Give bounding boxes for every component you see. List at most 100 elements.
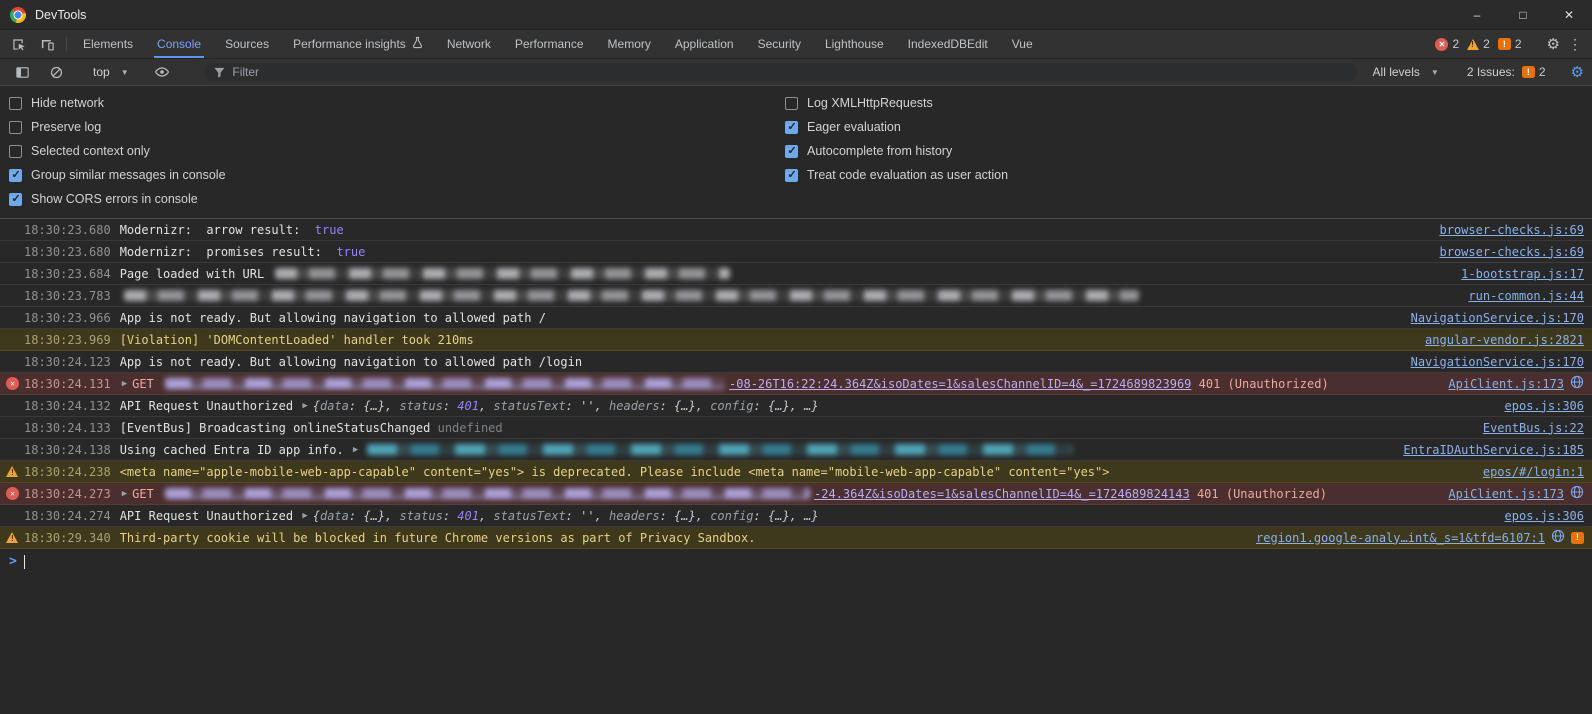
message-timestamp: 18:30:24.133 bbox=[24, 420, 111, 435]
source-link[interactable]: NavigationService.js:170 bbox=[1411, 311, 1584, 325]
settings-gear-icon[interactable]: ⚙ bbox=[1547, 37, 1560, 52]
source-link[interactable]: ApiClient.js:173 bbox=[1448, 487, 1564, 501]
warning-count-badge[interactable]: 2 bbox=[1467, 37, 1490, 51]
source-link[interactable]: NavigationService.js:170 bbox=[1411, 355, 1584, 369]
checkbox[interactable] bbox=[785, 96, 798, 110]
checkbox[interactable] bbox=[785, 120, 798, 134]
console-setting-eager-evaluation[interactable]: Eager evaluation bbox=[785, 115, 1008, 139]
request-url-link[interactable]: -08-26T16:22:24.364Z&isoDates=1&salesCha… bbox=[729, 377, 1191, 391]
console-settings-gear-icon[interactable]: ⚙ bbox=[1571, 65, 1584, 80]
more-options-icon[interactable]: ⋮ bbox=[1568, 36, 1582, 53]
checkbox[interactable] bbox=[785, 168, 798, 182]
message-link-cell: angular-vendor.js:2821 bbox=[1413, 333, 1584, 347]
toggle-device-toolbar-button[interactable] bbox=[33, 30, 62, 58]
console-setting-log-xmlhttprequests[interactable]: Log XMLHttpRequests bbox=[785, 91, 1008, 115]
console-setting-selected-context-only[interactable]: Selected context only bbox=[9, 139, 785, 163]
tab-memory[interactable]: Memory bbox=[596, 30, 663, 58]
checkbox[interactable] bbox=[9, 96, 22, 110]
inspect-cursor-icon bbox=[13, 38, 25, 50]
issue-icon[interactable]: ! bbox=[1571, 531, 1584, 544]
context-selector[interactable]: top ▼ bbox=[90, 65, 129, 79]
expand-caret-icon[interactable]: ▶ bbox=[122, 379, 127, 389]
message-timestamp: 18:30:29.340 bbox=[24, 530, 111, 545]
source-link[interactable]: run-common.js:44 bbox=[1468, 289, 1584, 303]
checkbox[interactable] bbox=[9, 168, 22, 182]
close-button[interactable]: ✕ bbox=[1546, 0, 1592, 29]
console-setting-autocomplete-from-history[interactable]: Autocomplete from history bbox=[785, 139, 1008, 163]
source-link[interactable]: epos.js:306 bbox=[1505, 399, 1584, 413]
source-link[interactable]: region1.google-analy…int&_s=1&tfd=6107:1 bbox=[1256, 531, 1545, 545]
source-link[interactable]: epos/#/login:1 bbox=[1483, 465, 1584, 479]
tab-application[interactable]: Application bbox=[663, 30, 746, 58]
tab-security[interactable]: Security bbox=[746, 30, 813, 58]
tab-performance[interactable]: Performance bbox=[503, 30, 596, 58]
tab-label: Application bbox=[674, 37, 734, 51]
console-setting-group-similar-messages-in-console[interactable]: Group similar messages in console bbox=[9, 163, 785, 187]
source-link[interactable]: EventBus.js:22 bbox=[1483, 421, 1584, 435]
message-text: Third-party cookie will be blocked in fu… bbox=[120, 531, 756, 545]
tab-network[interactable]: Network bbox=[435, 30, 503, 58]
message-timestamp: 18:30:23.680 bbox=[24, 222, 111, 237]
source-link[interactable]: 1-bootstrap.js:17 bbox=[1461, 267, 1584, 281]
settings-left-column: Hide network Preserve log Selected context… bbox=[0, 91, 785, 211]
message-fragment: : {…}, bbox=[348, 508, 400, 523]
source-link[interactable]: browser-checks.js:69 bbox=[1440, 223, 1585, 237]
console-setting-show-cors-errors-in-console[interactable]: Show CORS errors in console bbox=[9, 187, 785, 211]
expand-caret-icon[interactable]: ▶ bbox=[302, 511, 307, 521]
message-fragment: : '', bbox=[565, 398, 610, 413]
inspect-element-button[interactable] bbox=[4, 30, 33, 58]
source-link[interactable]: angular-vendor.js:2821 bbox=[1425, 333, 1584, 347]
tab-console[interactable]: Console bbox=[145, 30, 213, 58]
globe-icon[interactable] bbox=[1570, 485, 1584, 502]
live-expression-button[interactable] bbox=[148, 64, 177, 80]
issue-count: 2 bbox=[1514, 37, 1522, 51]
maximize-button[interactable]: □ bbox=[1500, 0, 1546, 29]
filter-field[interactable] bbox=[203, 63, 1357, 81]
console-message-row: 18:30:23.680 Modernizr: promises result: … bbox=[0, 241, 1592, 263]
tab-indexeddbedit[interactable]: IndexedDBEdit bbox=[896, 30, 1000, 58]
source-link[interactable]: browser-checks.js:69 bbox=[1440, 245, 1585, 259]
clear-console-button[interactable] bbox=[42, 65, 71, 80]
console-setting-hide-network[interactable]: Hide network bbox=[9, 91, 785, 115]
tab-elements[interactable]: Elements bbox=[71, 30, 145, 58]
message-fragment: : {…}, …} bbox=[753, 398, 819, 413]
tab-sources[interactable]: Sources bbox=[213, 30, 281, 58]
message-fragment: Modernizr: promises result: bbox=[119, 244, 337, 259]
request-url-link[interactable]: -24.364Z&isoDates=1&salesChannelID=4&_=1… bbox=[814, 487, 1190, 501]
message-fragment: statusText bbox=[493, 508, 566, 523]
message-fragment: 401 (Unauthorized) bbox=[1191, 376, 1329, 391]
tab-lighthouse[interactable]: Lighthouse bbox=[813, 30, 896, 58]
globe-icon[interactable] bbox=[1570, 375, 1584, 392]
globe-icon[interactable] bbox=[1551, 529, 1565, 546]
log-level-selector[interactable]: All levels ▼ bbox=[1370, 65, 1439, 79]
issues-count-badge[interactable]: ! 2 bbox=[1497, 37, 1522, 51]
message-fragment: data bbox=[319, 508, 349, 523]
source-link[interactable]: ApiClient.js:173 bbox=[1448, 377, 1564, 391]
console-setting-preserve-log[interactable]: Preserve log bbox=[9, 115, 785, 139]
tab-label: Security bbox=[757, 37, 801, 51]
console-message-row: 18:30:24.133 [EventBus] Broadcasting onli… bbox=[0, 417, 1592, 439]
console-prompt[interactable]: > bbox=[0, 549, 1592, 574]
checkbox[interactable] bbox=[9, 120, 22, 134]
expand-caret-icon[interactable]: ▶ bbox=[302, 401, 307, 411]
checkbox[interactable] bbox=[9, 144, 22, 158]
message-text: ▶ GET -08-26T16:22:24.364Z&isoDates=1&sal… bbox=[120, 377, 1329, 391]
tab-performance-insights[interactable]: Performance insights bbox=[281, 30, 435, 58]
source-link[interactable]: epos.js:306 bbox=[1505, 509, 1584, 523]
source-link[interactable]: EntraIDAuthService.js:185 bbox=[1403, 443, 1584, 457]
expand-caret-icon[interactable]: ▶ bbox=[122, 489, 127, 499]
expand-caret-icon[interactable]: ▶ bbox=[353, 445, 358, 455]
checkbox[interactable] bbox=[9, 192, 22, 206]
console-sidebar-toggle-button[interactable] bbox=[8, 65, 37, 80]
error-count-badge[interactable]: ✕ 2 bbox=[1435, 37, 1459, 51]
console-message-row: 18:30:29.340 Third-party cookie will be b… bbox=[0, 527, 1592, 549]
message-fragment: { bbox=[312, 508, 320, 523]
console-setting-treat-code-evaluation-as-user-action[interactable]: Treat code evaluation as user action bbox=[785, 163, 1008, 187]
issues-link[interactable]: 2 Issues: ! 2 bbox=[1464, 65, 1546, 79]
console-message-row: 18:30:23.783 run-common.js:44 bbox=[0, 285, 1592, 307]
message-fragment: Using cached Entra ID app info. bbox=[119, 442, 351, 457]
minimize-button[interactable]: – bbox=[1454, 0, 1500, 29]
filter-input[interactable] bbox=[232, 65, 1348, 79]
tab-vue[interactable]: Vue bbox=[1000, 30, 1045, 58]
checkbox[interactable] bbox=[785, 144, 798, 158]
